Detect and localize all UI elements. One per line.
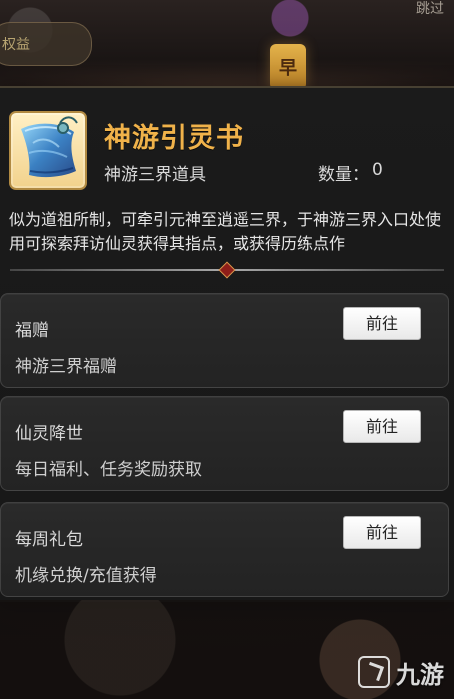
source-title: 仙灵降世 [15,424,83,444]
skip-text[interactable]: 跳过 [416,0,444,18]
source-card-1: 福赠 神游三界福赠 前往 [0,293,449,388]
site-watermark: 九游 [358,655,444,689]
item-type: 神游三界道具 [104,165,206,185]
source-title: 每周礼包 [15,530,83,550]
source-title: 福赠 [15,321,49,341]
background-top: 权益 跳过 早 [0,0,454,90]
source-subtitle: 机缘兑换/充值获得 [15,566,157,586]
source-card-2: 仙灵降世 每日福利、任务奖励获取 前往 [0,396,449,491]
quantity-value: 0 [372,160,383,180]
scroll-icon [9,111,87,190]
divider-gem-icon [218,261,236,279]
morning-tag: 早 [270,44,306,90]
rights-text: 权益 [2,37,30,53]
quantity-label: 数量： [318,165,369,185]
goto-button[interactable]: 前往 [343,516,421,549]
item-detail-panel: 神游引灵书 神游三界道具 数量： 0 似为道祖所制，可牵引元神至逍遥三界，于神游… [0,86,454,602]
watermark-logo-icon [358,656,390,688]
watermark-text: 九游 [396,660,444,689]
item-name: 神游引灵书 [104,123,244,154]
source-card-3: 每周礼包 机缘兑换/充值获得 前往 [0,502,449,597]
morning-tag-text: 早 [279,58,297,79]
source-subtitle: 神游三界福赠 [15,357,117,377]
source-subtitle: 每日福利、任务奖励获取 [15,460,202,480]
background-bottom: 九游 [0,600,454,699]
item-header: 神游引灵书 神游三界道具 数量： 0 [0,88,454,206]
goto-button[interactable]: 前往 [343,307,421,340]
goto-button[interactable]: 前往 [343,410,421,443]
item-description: 似为道祖所制，可牵引元神至逍遥三界，于神游三界入口处使用可探索拜访仙灵获得其指点… [9,210,442,253]
